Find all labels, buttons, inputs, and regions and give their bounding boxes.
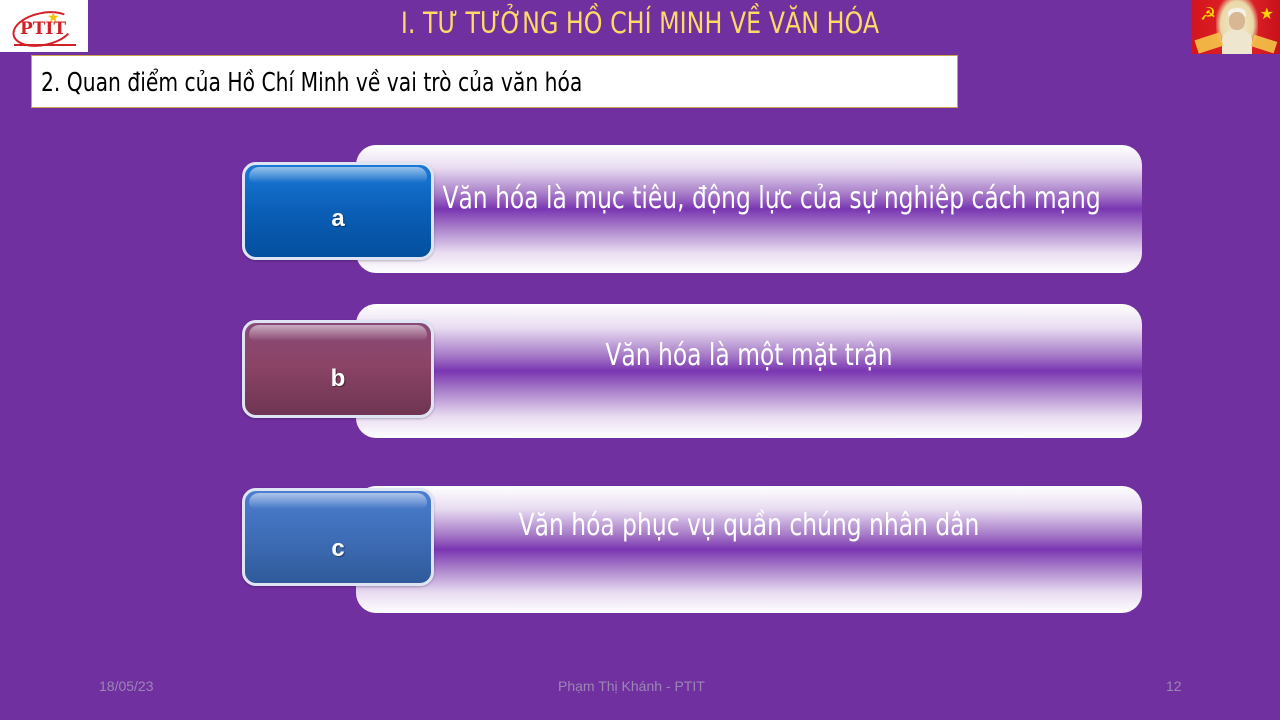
portrait-face	[1229, 12, 1245, 30]
slide-title: I. TƯ TƯỞNG HỒ CHÍ MINH VỀ VĂN HÓA	[400, 6, 880, 40]
item-b-badge: b	[242, 320, 434, 418]
portrait-body	[1222, 30, 1252, 54]
subtitle-box: 2. Quan điểm của Hồ Chí Minh về vai trò …	[31, 55, 958, 108]
ptit-logo: ★ PTIT	[0, 0, 88, 52]
hammer-sickle-icon: ☭	[1200, 4, 1217, 24]
logo-underline	[14, 44, 76, 46]
star-icon: ★	[1259, 6, 1274, 23]
item-c-badge: c	[242, 488, 434, 586]
item-a-badge: a	[242, 162, 434, 260]
item-c-text: Văn hóa phục vụ quần chúng nhân dân	[518, 508, 980, 543]
item-b-letter: b	[330, 365, 346, 392]
footer-page-number: 12	[1166, 678, 1182, 694]
logo-text: PTIT	[20, 19, 67, 39]
item-a-panel: Văn hóa là mục tiêu, động lực của sự ngh…	[356, 145, 1142, 273]
item-c-panel: Văn hóa phục vụ quần chúng nhân dân	[356, 486, 1142, 613]
item-b-text: Văn hóa là một mặt trận	[605, 338, 893, 373]
item-b-panel: Văn hóa là một mặt trận	[356, 304, 1142, 438]
item-c-letter: c	[331, 535, 345, 562]
item-a-text: Văn hóa là mục tiêu, động lực của sự ngh…	[442, 181, 1101, 216]
ho-chi-minh-portrait-logo: ☭ ★	[1192, 0, 1280, 54]
footer-date: 18/05/23	[99, 678, 154, 694]
footer-author: Phạm Thị Khánh - PTIT	[558, 678, 705, 694]
item-a-letter: a	[331, 205, 345, 232]
subtitle-text: 2. Quan điểm của Hồ Chí Minh về vai trò …	[41, 68, 583, 98]
